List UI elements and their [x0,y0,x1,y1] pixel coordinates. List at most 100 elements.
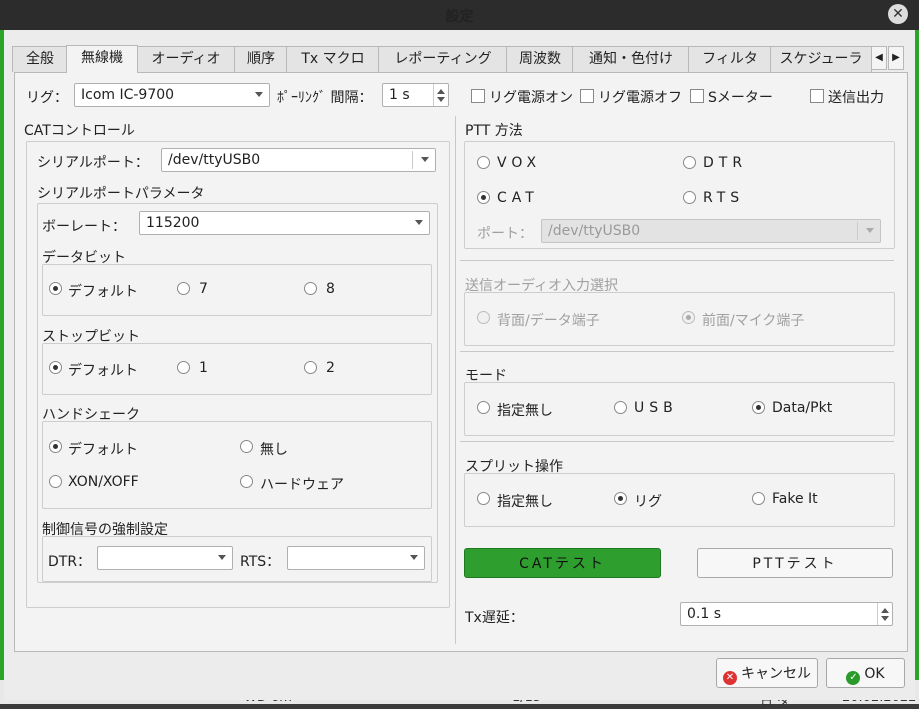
stop-bits-default-label: デフォルト [68,363,138,379]
ptt-test-button[interactable]: PTTテスト [697,548,893,578]
chevron-down-icon [255,92,263,97]
chevron-down-icon [218,555,226,560]
rts-select[interactable] [287,546,425,570]
smeter-checkbox[interactable] [690,89,704,103]
handshake-none-radio[interactable] [240,440,253,453]
baud-rate-select[interactable]: 115200 [139,211,430,235]
tx-delay-spinbox[interactable]: 0.1 s [680,602,893,626]
spinbox-divider [877,603,878,625]
combo-separator [857,222,858,240]
ptt-vox-radio[interactable] [477,156,490,169]
tab-tx-macros[interactable]: Tx マクロ [286,46,380,72]
smeter-label: Sメーター [708,90,773,106]
polling-label: ﾎﾟｰﾘﾝｸﾞ 間隔： [277,90,373,106]
column-divider [455,116,456,644]
split-none-label: 指定無し [497,494,553,510]
combo-separator [412,151,413,169]
handshake-default-radio[interactable] [49,440,62,453]
power-on-checkbox[interactable] [471,89,485,103]
tab-scroll-right-icon[interactable]: ▶ [888,46,904,70]
ptt-port-label: ポート： [477,226,533,242]
rts-label: RTS： [240,554,281,570]
handshake-xon-radio[interactable] [49,475,62,488]
handshake-group [42,421,432,509]
rig-label: リグ： [26,90,68,106]
handshake-xon-label: XON/XOFF [68,474,139,490]
ptt-dtr-label: DTR [703,155,748,171]
spinbox-divider [433,84,434,106]
mode-usb-radio[interactable] [614,401,627,414]
spin-up-icon[interactable] [881,608,889,613]
cancel-button-label: キャンセル [741,666,811,682]
data-bits-7-label: 7 [199,281,208,297]
split-none-radio[interactable] [477,492,490,505]
handshake-hardware-label: ハードウェア [260,477,344,493]
rig-select[interactable]: Icom IC-9700 [74,83,270,107]
ptt-method-title: PTT 方法 [465,123,523,139]
chevron-down-icon [866,228,874,233]
handshake-default-label: デフォルト [68,442,138,458]
tx-power-checkbox[interactable] [810,89,824,103]
stop-bits-2-label: 2 [326,360,335,376]
tab-sequence[interactable]: 順序 [234,46,288,72]
power-off-checkbox[interactable] [580,89,594,103]
separator [460,260,894,261]
cancel-icon: ✕ [723,671,737,685]
tx-audio-rear-radio[interactable] [477,311,490,324]
cat-control-title: CATコントロール [24,123,135,139]
polling-interval-value: 1 s [389,87,410,103]
power-off-label: リグ電源オフ [598,90,682,106]
stop-bits-1-radio[interactable] [177,361,190,374]
handshake-hardware-radio[interactable] [240,475,253,488]
data-bits-default-radio[interactable] [49,282,62,295]
spin-up-icon[interactable] [437,89,445,94]
baud-rate-label: ボーレート： [42,219,126,235]
polling-interval-spinbox[interactable]: 1 s [382,83,449,107]
tab-radio[interactable]: 無線機 [66,45,138,73]
tab-scroll-left-icon[interactable]: ◀ [871,46,887,70]
split-rig-radio[interactable] [614,492,627,505]
ptt-rts-label: RTS [703,190,745,206]
tx-audio-rear-label: 背面/データ端子 [497,313,600,329]
ptt-rts-radio[interactable] [683,191,696,204]
stop-bits-2-radio[interactable] [304,361,317,374]
tab-frequencies[interactable]: 周波数 [506,46,574,72]
ptt-cat-radio[interactable] [477,191,490,204]
cancel-button[interactable]: ✕ キャンセル [716,658,818,688]
tab-scheduler[interactable]: スケジューラ [770,46,872,72]
tab-filters[interactable]: フィルタ [688,46,772,72]
stop-bits-1-label: 1 [199,360,208,376]
serial-port-value: /dev/ttyUSB0 [168,152,261,168]
split-fakeit-radio[interactable] [752,492,765,505]
rig-select-value: Icom IC-9700 [81,87,175,103]
tab-notifications[interactable]: 通知・色付け [572,46,690,72]
tab-bar: 全般 無線機 オーディオ 順序 Tx マクロ レポーティング 周波数 通知・色付… [12,45,908,73]
tab-general[interactable]: 全般 [12,46,68,72]
cat-test-button[interactable]: CATテスト [464,548,661,578]
mode-datapkt-radio[interactable] [752,401,765,414]
tx-audio-front-radio[interactable] [682,311,695,324]
separator [460,351,894,352]
tab-reporting[interactable]: レポーティング [378,46,508,72]
ptt-dtr-radio[interactable] [683,156,696,169]
close-icon[interactable]: ✕ [888,4,908,24]
data-bits-7-radio[interactable] [177,282,190,295]
mode-none-radio[interactable] [477,401,490,414]
tx-audio-front-label: 前面/マイク端子 [702,313,805,329]
ok-check-icon: ✓ [846,671,861,685]
serial-port-select[interactable]: /dev/ttyUSB0 [161,148,436,172]
data-bits-8-radio[interactable] [304,282,317,295]
chevron-down-icon [415,220,423,225]
spin-down-icon[interactable] [437,97,445,102]
stop-bits-default-radio[interactable] [49,361,62,374]
mode-usb-label: USB [634,400,678,416]
ptt-cat-label: CAT [497,190,539,206]
chevron-down-icon [421,157,429,162]
ptt-vox-label: VOX [497,155,542,171]
spin-down-icon[interactable] [881,616,889,621]
ok-button[interactable]: ✓ OK [826,658,905,688]
tab-audio[interactable]: オーディオ [136,46,236,72]
ptt-port-select[interactable]: /dev/ttyUSB0 [541,219,881,243]
dtr-label: DTR： [48,554,92,570]
dtr-select[interactable] [97,546,233,570]
